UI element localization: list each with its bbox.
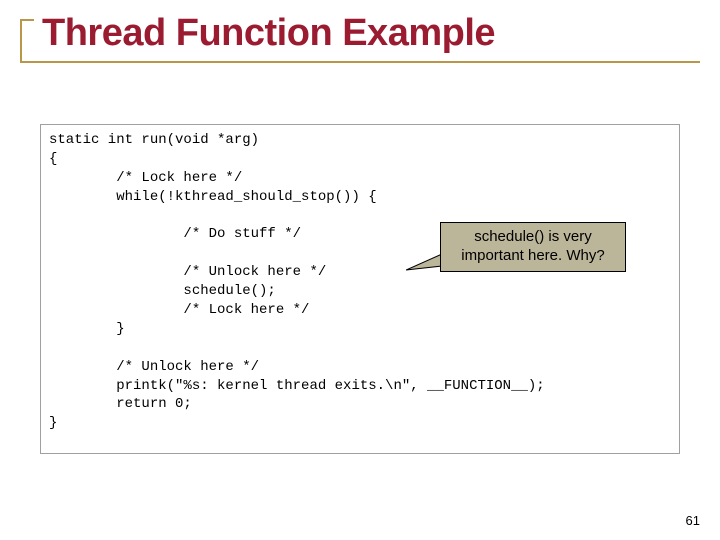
callout-text: schedule() is very important here. Why? (447, 228, 619, 266)
code-content: static int run(void *arg) { /* Lock here… (49, 131, 671, 433)
page-title: Thread Function Example (20, 12, 700, 63)
title-accent (20, 19, 34, 61)
callout-box: schedule() is very important here. Why? (440, 222, 626, 272)
code-box: static int run(void *arg) { /* Lock here… (40, 124, 680, 454)
page-number: 61 (686, 513, 700, 528)
